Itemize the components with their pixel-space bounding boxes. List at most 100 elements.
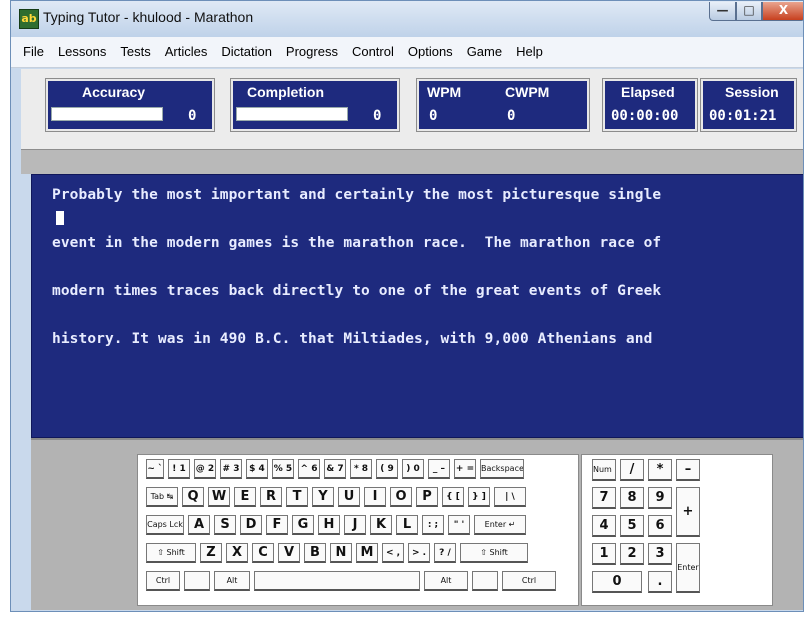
- wpm-value: 0: [429, 108, 438, 124]
- key-r3-6: G: [292, 515, 314, 535]
- maximize-button[interactable]: □: [736, 2, 762, 21]
- accuracy-box: Accuracy 0: [45, 78, 215, 132]
- key-r1-14: Backspace: [480, 459, 524, 479]
- menu-game[interactable]: Game: [467, 44, 502, 59]
- key-r5-1: Ctrl: [146, 571, 180, 591]
- numpad-key-r1-2: /: [620, 459, 644, 481]
- typing-tutor-app-icon[interactable]: ab: [19, 9, 39, 29]
- key-r4-2: Z: [200, 543, 222, 563]
- key-r4-4: C: [252, 543, 274, 563]
- key-r3-8: J: [344, 515, 366, 535]
- key-r2-10: O: [390, 487, 412, 507]
- key-r5-2: [184, 571, 210, 591]
- key-r4-12: ⇧ Shift: [460, 543, 528, 563]
- key-r3-7: H: [318, 515, 340, 535]
- session-box: Session 00:01:21: [700, 78, 797, 132]
- key-r1-6: % 5: [272, 459, 294, 479]
- numpad-key-r2-4: +: [676, 487, 700, 537]
- completion-box: Completion 0: [230, 78, 400, 132]
- key-r2-4: E: [234, 487, 256, 507]
- key-r2-11: P: [416, 487, 438, 507]
- menu-help[interactable]: Help: [516, 44, 543, 59]
- key-r5-7: Ctrl: [502, 571, 556, 591]
- key-r2-5: R: [260, 487, 282, 507]
- numpad-key-r2-2: 8: [620, 487, 644, 509]
- menu-dictation[interactable]: Dictation: [221, 44, 272, 59]
- elapsed-box: Elapsed 00:00:00: [602, 78, 698, 132]
- text-line-1: Probably the most important and certainl…: [52, 187, 662, 203]
- menu-tests[interactable]: Tests: [120, 44, 150, 59]
- key-r3-11: : ;: [422, 515, 444, 535]
- numpad-key-r1-1: Num Lock: [592, 459, 616, 481]
- key-r4-3: X: [226, 543, 248, 563]
- key-r1-2: ! 1: [168, 459, 190, 479]
- menu-progress[interactable]: Progress: [286, 44, 338, 59]
- key-r3-5: F: [266, 515, 288, 535]
- typing-cursor: [56, 211, 64, 225]
- key-r5-5: Alt: [424, 571, 468, 591]
- key-r4-7: N: [330, 543, 352, 563]
- key-r5-6: [472, 571, 498, 591]
- typing-text-area[interactable]: Probably the most important and certainl…: [31, 174, 803, 438]
- elapsed-value: 00:00:00: [611, 108, 679, 124]
- menu-lessons[interactable]: Lessons: [58, 44, 106, 59]
- text-line-2: event in the modern games is the maratho…: [52, 235, 662, 251]
- completion-progress-bar: [236, 107, 348, 121]
- key-r4-9: < ,: [382, 543, 404, 563]
- cwpm-label: CWPM: [505, 84, 550, 100]
- separator-bar: [21, 149, 803, 174]
- elapsed-label: Elapsed: [621, 84, 675, 100]
- key-r1-5: $ 4: [246, 459, 268, 479]
- numpad-key-r1-3: *: [648, 459, 672, 481]
- key-r2-3: W: [208, 487, 230, 507]
- key-r2-9: I: [364, 487, 386, 507]
- key-r4-6: B: [304, 543, 326, 563]
- keyboard-panel: ~ `! 1 @ 2 # 3 $ 4% 5 ^ 6 & 7 * 8( 9) 0 _ – + = B…: [31, 438, 803, 610]
- speed-box: WPM 0 CWPM 0: [416, 78, 590, 132]
- completion-label: Completion: [247, 84, 324, 100]
- key-r1-1: ~ `: [146, 459, 164, 479]
- numpad-key-r4-1: 1: [592, 543, 616, 565]
- close-button[interactable]: X: [762, 2, 803, 21]
- key-r4-1: ⇧ Shift: [146, 543, 196, 563]
- window-title: Typing Tutor - khulood - Marathon: [43, 9, 254, 25]
- numpad-key-r4-4: Enter: [676, 543, 700, 593]
- numpad-key-r5-2: .: [648, 571, 672, 593]
- key-r2-2: Q: [182, 487, 204, 507]
- accuracy-label: Accuracy: [82, 84, 146, 100]
- menu-options[interactable]: Options: [408, 44, 453, 59]
- wpm-label: WPM: [427, 84, 462, 100]
- session-value: 00:01:21: [709, 108, 777, 124]
- menu-file[interactable]: File: [23, 44, 44, 59]
- numpad-key-r4-2: 2: [620, 543, 644, 565]
- key-r3-3: S: [214, 515, 236, 535]
- app-window: ab Typing Tutor - khulood - Marathon — □…: [10, 0, 804, 612]
- key-r4-10: > .: [408, 543, 430, 563]
- cwpm-value: 0: [507, 108, 516, 124]
- key-r1-7: ^ 6: [298, 459, 320, 479]
- menu-control[interactable]: Control: [352, 44, 394, 59]
- key-r1-4: # 3: [220, 459, 242, 479]
- onscreen-keyboard: ~ `! 1 @ 2 # 3 $ 4% 5 ^ 6 & 7 * 8( 9) 0 _ – + = B…: [137, 454, 579, 606]
- key-r1-8: & 7: [324, 459, 346, 479]
- key-r4-8: M: [356, 543, 378, 563]
- key-r3-12: " ': [448, 515, 470, 535]
- key-r3-2: A: [188, 515, 210, 535]
- numpad-key-r2-1: 7: [592, 487, 616, 509]
- key-r5-4: [254, 571, 420, 591]
- numpad-key-r4-3: 3: [648, 543, 672, 565]
- minimize-button[interactable]: —: [709, 2, 736, 21]
- key-r1-12: _ –: [428, 459, 450, 479]
- menu-bar: File Lessons Tests Articles Dictation Pr…: [11, 37, 803, 68]
- accuracy-progress-bar: [51, 107, 163, 121]
- key-r4-11: ? /: [434, 543, 456, 563]
- key-r2-7: Y: [312, 487, 334, 507]
- onscreen-numpad: Num Lock/*– 789+456 123Enter 0.: [581, 454, 773, 606]
- menu-articles[interactable]: Articles: [165, 44, 208, 59]
- numpad-key-r1-4: –: [676, 459, 700, 481]
- key-r1-11: ) 0: [402, 459, 424, 479]
- key-r1-10: ( 9: [376, 459, 398, 479]
- key-r1-9: * 8: [350, 459, 372, 479]
- key-r2-1: Tab ↹: [146, 487, 178, 507]
- key-r3-13: Enter ↵: [474, 515, 526, 535]
